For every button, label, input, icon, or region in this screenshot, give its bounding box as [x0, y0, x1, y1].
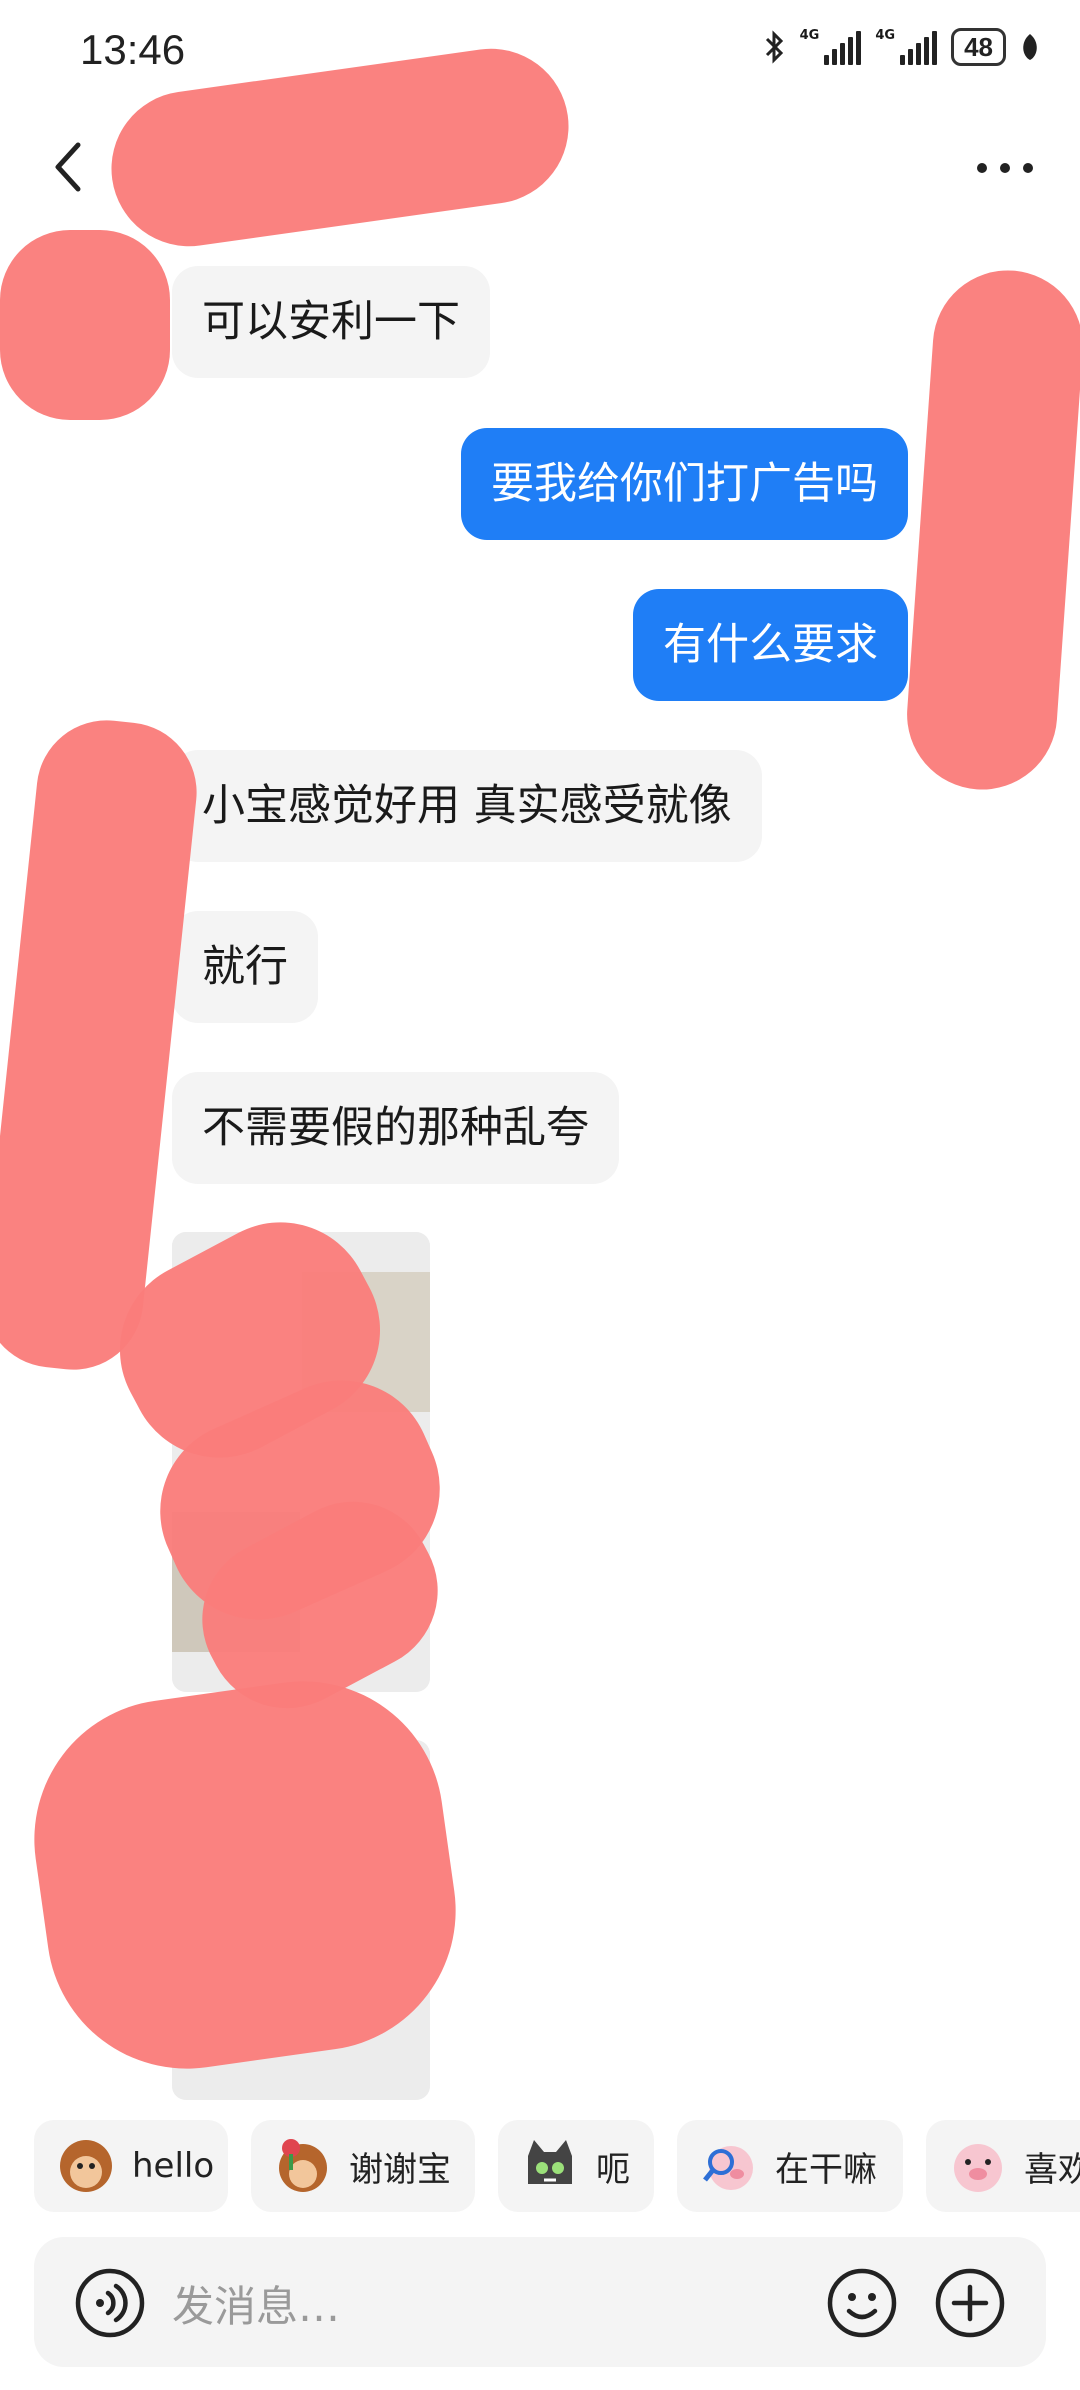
quick-reply-hello[interactable]: hello [34, 2120, 228, 2212]
quick-reply-what-doing[interactable]: 在干嘛 [677, 2120, 903, 2212]
quick-reply-er[interactable]: 呃 [498, 2120, 654, 2212]
bluetooth-icon [765, 30, 783, 64]
signal-icon-2: 4G [875, 28, 938, 65]
more-icon[interactable] [970, 143, 1040, 193]
leaf-icon [1023, 34, 1037, 60]
plus-icon[interactable] [934, 2267, 1006, 2339]
monkey-sticker-icon [60, 2140, 112, 2192]
message-input-bar: 发消息… [34, 2237, 1046, 2367]
signal-icon: 4G [800, 29, 862, 65]
battery-icon: 48 [951, 28, 1006, 66]
back-icon[interactable] [40, 137, 100, 197]
quick-reply-thanks[interactable]: 谢谢宝 [251, 2120, 475, 2212]
message-bubble-incoming[interactable]: 可以安利一下 [172, 266, 490, 378]
quick-reply-bar: hello 谢谢宝 呃 在干嘛 喜欢 [0, 2120, 1080, 2220]
redaction-scribble [902, 265, 1080, 795]
quick-reply-label: 喜欢 [1024, 2149, 1080, 2190]
network-type-1: 4G [799, 28, 820, 43]
message-bubble-incoming[interactable]: 小宝感觉好用 真实感受就像 [172, 750, 762, 862]
pig-magnifier-sticker-icon [703, 2146, 753, 2190]
network-type-2: 4G [875, 28, 896, 43]
quick-reply-label: 在干嘛 [775, 2149, 877, 2190]
quick-reply-label: hello [132, 2146, 215, 2186]
message-bubble-incoming[interactable]: 就行 [172, 911, 318, 1023]
message-bubble-outgoing[interactable]: 要我给你们打广告吗 [461, 428, 908, 540]
message-input[interactable]: 发消息… [172, 2273, 340, 2334]
message-bubble-outgoing[interactable]: 有什么要求 [633, 589, 908, 701]
quick-reply-label: 呃 [596, 2149, 630, 2190]
pig-sticker-icon [954, 2144, 1002, 2192]
status-time: 13:46 [80, 26, 186, 73]
monkey-flower-sticker-icon [279, 2139, 327, 2192]
quick-reply-like[interactable]: 喜欢 [926, 2120, 1080, 2212]
voice-icon[interactable] [74, 2267, 146, 2339]
status-icons: 4G 4G 48 [764, 28, 1040, 66]
redaction-scribble [0, 230, 170, 420]
quick-reply-label: 谢谢宝 [349, 2149, 451, 2190]
cat-sticker-icon [528, 2140, 572, 2184]
message-bubble-incoming[interactable]: 不需要假的那种乱夸 [172, 1072, 619, 1184]
emoji-icon[interactable] [826, 2267, 898, 2339]
